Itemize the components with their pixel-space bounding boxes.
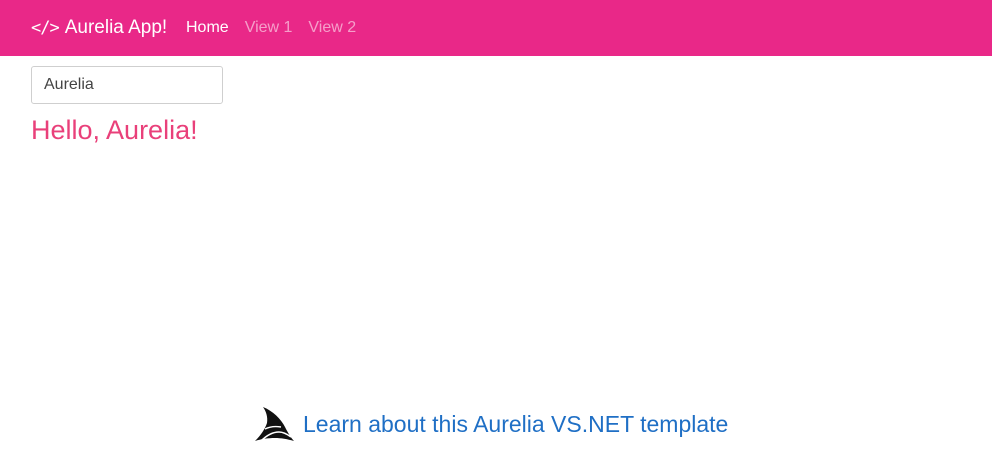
- template-info-text: Learn about this Aurelia VS.NET template: [303, 411, 729, 437]
- nav-link-home[interactable]: Home: [186, 18, 229, 38]
- brand-label: Aurelia App!: [64, 17, 168, 38]
- brand-link[interactable]: </> Aurelia App!: [31, 16, 167, 40]
- nav-link-view-2[interactable]: View 2: [308, 18, 356, 38]
- greeting-heading: Hello, Aurelia!: [31, 115, 198, 145]
- nav-links: Home View 1 View 2: [186, 18, 372, 38]
- name-input[interactable]: [31, 66, 223, 104]
- code-icon: </>: [31, 18, 60, 38]
- top-navbar: </> Aurelia App! Home View 1 View 2: [0, 0, 992, 56]
- nav-link-view-1[interactable]: View 1: [245, 18, 293, 38]
- template-info-link[interactable]: Learn about this Aurelia VS.NET template: [253, 405, 728, 443]
- fin-logo-icon: [255, 407, 294, 442]
